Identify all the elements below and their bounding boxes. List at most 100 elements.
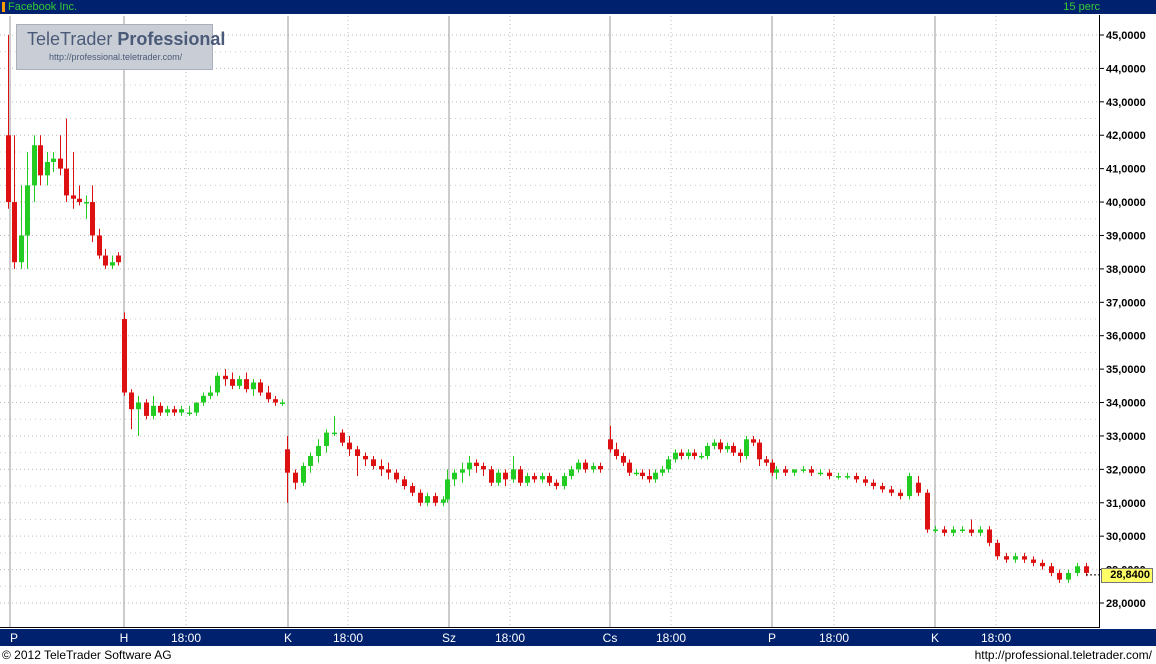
candle-body: [172, 409, 177, 413]
candle-body: [783, 469, 788, 473]
candle-body: [324, 432, 329, 446]
candle-body: [84, 202, 89, 204]
candle-body: [898, 492, 903, 497]
candle-body: [827, 472, 832, 477]
candle-body: [45, 161, 50, 176]
candle-body: [251, 382, 256, 390]
candle-body: [1049, 566, 1054, 573]
candle-body: [266, 392, 271, 400]
candle-body: [801, 469, 806, 471]
candle-body: [686, 452, 691, 456]
candle-body: [712, 442, 717, 446]
candle-body: [340, 432, 345, 443]
candle-body: [386, 469, 391, 473]
candle-body: [731, 445, 736, 453]
candle-body: [194, 402, 199, 413]
copyright-text: © 2012 TeleTrader Software AG: [2, 648, 172, 662]
candle-body: [25, 185, 30, 236]
candle-body: [614, 449, 619, 456]
candle-body: [634, 472, 639, 475]
x-tick-label: P: [768, 631, 776, 645]
candle-body: [809, 469, 814, 473]
candle-body: [792, 469, 797, 473]
logo-brand-bold: Professional: [117, 29, 226, 49]
candle-body: [916, 482, 921, 493]
y-tick-label: 28,0000: [1106, 598, 1146, 610]
candle-body: [774, 469, 779, 473]
candle-body: [699, 455, 704, 458]
candle-body: [110, 262, 115, 266]
candle-body: [1022, 556, 1027, 560]
y-tick-label: 42,0000: [1106, 130, 1146, 142]
candle-body: [547, 476, 552, 483]
candle-body: [554, 482, 559, 487]
x-tick-label: 18:00: [333, 631, 363, 645]
candle-body: [179, 409, 184, 413]
y-tick-label: 45,0000: [1106, 30, 1146, 42]
candle-body: [19, 235, 24, 263]
candle-body: [496, 472, 501, 483]
candle-body: [863, 479, 868, 483]
candle-body: [433, 496, 438, 503]
candle-body: [845, 476, 850, 478]
y-tick-label: 40,0000: [1106, 197, 1146, 209]
candle-body: [725, 445, 730, 450]
candle-body: [51, 158, 56, 162]
candle-body: [445, 479, 450, 500]
candle-body: [122, 319, 127, 393]
candle-body: [854, 476, 859, 480]
candle-body: [640, 472, 645, 477]
x-tick-label: 18:00: [495, 631, 525, 645]
candle-body: [679, 452, 684, 456]
candle-body: [1057, 572, 1062, 580]
candlestick-chart[interactable]: 45,0000 44,0000 43,0000 42,0000 41,0000 40,00…: [0, 0, 1156, 664]
teletrader-logo: TeleTrader Professional http://professio…: [16, 24, 225, 70]
y-tick-label: 39,0000: [1106, 230, 1146, 242]
y-tick-label: 35,0000: [1106, 364, 1146, 376]
candle-body: [518, 469, 523, 483]
y-tick-label: 30,0000: [1106, 531, 1146, 543]
candle-body: [201, 395, 206, 403]
candle-body: [64, 168, 69, 196]
candle-body: [208, 392, 213, 396]
candle-body: [151, 405, 156, 416]
y-tick-label: 34,0000: [1106, 398, 1146, 410]
footer: © 2012 TeleTrader Software AG http://pro…: [0, 646, 1156, 664]
candle-body: [316, 445, 321, 456]
candle-body: [187, 412, 192, 415]
logo-brand-light: TeleTrader: [27, 29, 113, 49]
candle-body: [705, 445, 710, 456]
x-tick-label: Cs: [603, 631, 618, 645]
candle-body: [673, 452, 678, 460]
candle-body: [764, 459, 769, 463]
candle-body: [925, 492, 930, 530]
candle-body: [1075, 566, 1080, 573]
candle-body: [280, 402, 285, 405]
candle-body: [467, 462, 472, 470]
x-tick-label: K: [931, 631, 939, 645]
candle-body: [933, 529, 938, 531]
last-price-marker: 28,8400: [1101, 567, 1153, 583]
candle-body: [744, 439, 749, 456]
candle-body: [165, 409, 170, 413]
candle-body: [32, 145, 37, 186]
y-tick-label: 44,0000: [1106, 63, 1146, 75]
candle-body: [6, 135, 11, 203]
candle-body: [71, 195, 76, 199]
candle-body: [751, 439, 756, 443]
candle-body: [1013, 556, 1018, 560]
candle-body: [308, 455, 313, 467]
candle-body: [38, 145, 43, 176]
candle-body: [394, 472, 399, 480]
candle-body: [481, 466, 486, 470]
x-tick-label: 18:00: [656, 631, 686, 645]
candle-body: [942, 529, 947, 533]
footer-url[interactable]: http://professional.teletrader.com/: [975, 646, 1152, 664]
candle-body: [332, 432, 337, 435]
candle-body: [1004, 556, 1009, 560]
candle-body: [718, 442, 723, 450]
candle-body: [511, 469, 516, 480]
candle-body: [627, 462, 632, 473]
candle-body: [576, 462, 581, 470]
candle-body: [525, 476, 530, 483]
